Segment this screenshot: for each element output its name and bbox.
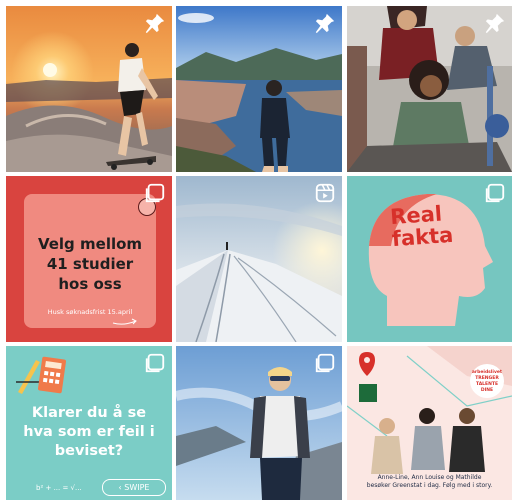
post-tile-city-hiker[interactable] bbox=[176, 6, 342, 172]
post-tile-math-puzzle[interactable]: Klarer du å se hva som er feil i beviset… bbox=[6, 346, 172, 500]
carousel-post-badge bbox=[484, 182, 506, 204]
post-tile-skateboarder[interactable] bbox=[6, 6, 172, 172]
post-tile-studies[interactable]: Velg mellom 41 studier hos oss Husk søkn… bbox=[6, 176, 172, 342]
arrow-icon bbox=[112, 318, 137, 325]
carousel-icon bbox=[485, 183, 505, 203]
calculator-icon bbox=[16, 356, 66, 394]
math-question: Klarer du å se hva som er feil i beviset… bbox=[23, 405, 155, 459]
event-logo: arbeidslivet TRENGER TALENTE DINE bbox=[470, 364, 504, 398]
studies-card: Velg mellom 41 studier hos oss Husk søkn… bbox=[24, 194, 156, 328]
swipe-hint: ‹ SWIPE bbox=[102, 479, 166, 496]
pin-icon bbox=[315, 13, 335, 34]
studies-headline: Velg mellom 41 studier hos oss bbox=[37, 235, 143, 293]
carousel-icon bbox=[145, 183, 165, 203]
reel-icon bbox=[315, 183, 335, 203]
pinned-post-badge bbox=[484, 12, 506, 34]
reel-post-badge bbox=[314, 182, 336, 204]
carousel-icon bbox=[145, 353, 165, 373]
pin-icon bbox=[145, 13, 165, 34]
post-tile-ski-tracks[interactable] bbox=[176, 176, 342, 342]
post-tile-mountain-hiker[interactable] bbox=[176, 346, 342, 500]
pinned-post-badge bbox=[314, 12, 336, 34]
post-tile-company-visit[interactable]: arbeidslivet TRENGER TALENTE DINE Anne-L… bbox=[347, 346, 512, 500]
carousel-icon bbox=[315, 353, 335, 373]
carousel-post-badge bbox=[144, 352, 166, 374]
deadline-text: Husk søknadsfrist 15.april bbox=[47, 308, 133, 316]
carousel-post-badge bbox=[144, 182, 166, 204]
real-fakta-title: Real fakta bbox=[389, 201, 455, 252]
pinned-post-badge bbox=[144, 12, 166, 34]
visit-caption: Anne-Line, Ann Louise og Mathilde besøke… bbox=[366, 474, 493, 489]
formula-text: b² + ... = √... bbox=[36, 484, 82, 492]
post-tile-real-fakta[interactable]: Real fakta bbox=[347, 176, 512, 342]
profile-post-grid: Velg mellom 41 studier hos oss Husk søkn… bbox=[6, 6, 512, 500]
post-tile-students[interactable] bbox=[347, 6, 512, 172]
pin-icon bbox=[485, 13, 505, 34]
carousel-post-badge bbox=[314, 352, 336, 374]
